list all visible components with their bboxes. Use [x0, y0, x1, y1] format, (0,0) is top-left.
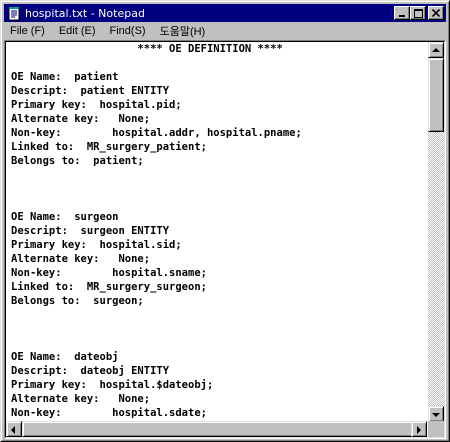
- document-text[interactable]: **** OE DEFINITION **** OE Name: patient D…: [6, 42, 427, 420]
- menu-find[interactable]: Find(S): [104, 25, 152, 37]
- text-line: Descript: surgeon ENTITY: [11, 225, 170, 237]
- arrow-down-icon: [432, 413, 440, 417]
- arrow-right-icon: [417, 426, 421, 434]
- maximize-button[interactable]: [410, 6, 426, 20]
- scroll-right-button[interactable]: [411, 421, 427, 437]
- editor-frame: **** OE DEFINITION **** OE Name: patient D…: [4, 40, 446, 439]
- text-line: Descript: dateobj ENTITY: [11, 365, 170, 377]
- text-line: OE Name: surgeon: [11, 211, 119, 223]
- scroll-up-button[interactable]: [428, 42, 444, 58]
- minimize-icon: [399, 15, 405, 17]
- menu-bar: File (F) Edit (E) Find(S) 도움말(H): [4, 23, 446, 39]
- vertical-scroll-thumb[interactable]: [428, 58, 444, 132]
- notepad-icon[interactable]: [7, 6, 21, 21]
- text-line: OE Name: patient: [11, 71, 119, 83]
- menu-file[interactable]: File (F): [4, 25, 51, 37]
- text-line: Primary key: hospital.sid;: [11, 239, 182, 251]
- text-line: [11, 182, 427, 196]
- horizontal-scrollbar[interactable]: [6, 421, 427, 437]
- text-line: Descript: patient ENTITY: [11, 85, 170, 97]
- vertical-scrollbar[interactable]: [428, 42, 444, 422]
- text-line: Belongs to: surgeon;: [11, 295, 144, 307]
- text-line: OE Name: dateobj: [11, 351, 119, 363]
- maximize-icon: [413, 8, 423, 18]
- text-line: Alternate key: None;: [11, 253, 151, 265]
- scrollbar-corner: [428, 421, 444, 437]
- notepad-window: hospital.txt - Notepad File (F) Edit (E)…: [0, 0, 450, 442]
- editor: **** OE DEFINITION **** OE Name: patient D…: [5, 41, 445, 438]
- text-line: Non-key: hospital.sname;: [11, 267, 207, 279]
- text-line: Non-key: hospital.sdate;: [11, 407, 207, 419]
- horizontal-scroll-thumb[interactable]: [22, 421, 422, 437]
- text-area[interactable]: **** OE DEFINITION **** OE Name: patient D…: [6, 42, 427, 422]
- close-button[interactable]: [428, 6, 444, 20]
- text-line: [11, 56, 427, 70]
- title-bar[interactable]: hospital.txt - Notepad: [4, 4, 446, 22]
- menu-help[interactable]: 도움말(H): [154, 23, 212, 39]
- text-line: Linked to: MR_surgery_surgeon;: [11, 281, 207, 293]
- text-line: Alternate key: None;: [11, 113, 151, 125]
- text-line: Belongs to: patient;: [11, 155, 144, 167]
- minimize-button[interactable]: [394, 6, 410, 20]
- text-line: Primary key: hospital.pid;: [11, 99, 182, 111]
- text-line: **** OE DEFINITION ****: [11, 43, 283, 55]
- text-line: [11, 308, 427, 322]
- arrow-left-icon: [11, 426, 15, 434]
- text-line: [11, 322, 427, 336]
- menu-edit[interactable]: Edit (E): [53, 25, 102, 37]
- window-title: hospital.txt - Notepad: [25, 6, 145, 20]
- arrow-up-icon: [432, 48, 440, 52]
- text-line: [11, 168, 427, 182]
- text-line: Primary key: hospital.$dateobj;: [11, 379, 214, 391]
- close-icon: [432, 9, 440, 17]
- text-line: Alternate key: None;: [11, 393, 151, 405]
- text-line: [11, 196, 427, 210]
- text-line: Non-key: hospital.addr, hospital.pname;: [11, 127, 302, 139]
- text-line: Linked to: MR_surgery_patient;: [11, 141, 207, 153]
- scroll-left-button[interactable]: [6, 421, 22, 437]
- text-line: [11, 336, 427, 350]
- scroll-down-button[interactable]: [428, 406, 444, 422]
